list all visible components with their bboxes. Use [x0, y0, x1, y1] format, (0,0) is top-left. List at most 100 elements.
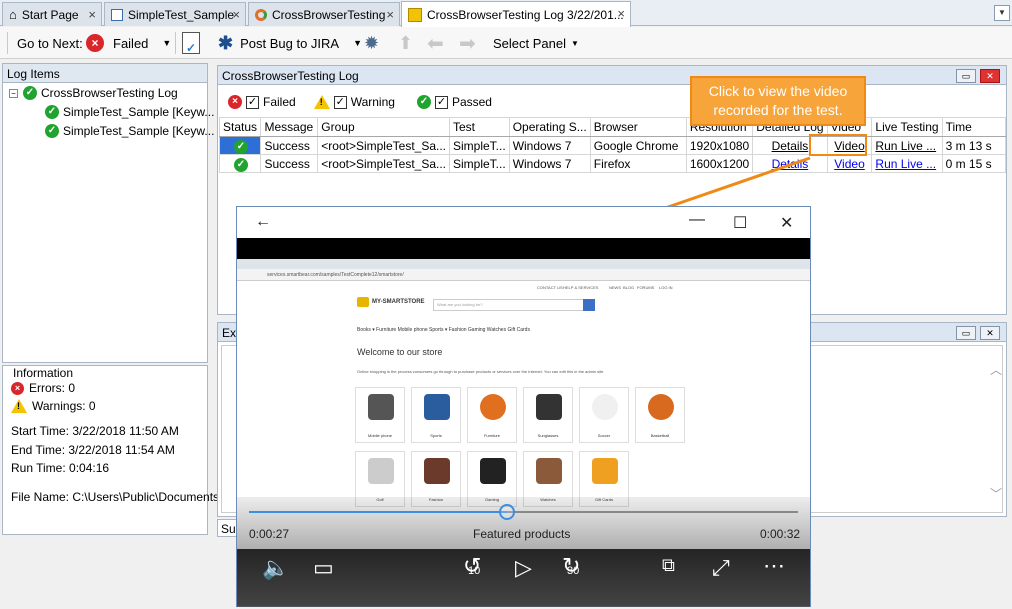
video-caption: Featured products: [473, 527, 571, 541]
filter-failed[interactable]: × ✓ Failed: [228, 95, 296, 109]
up-arrow-button[interactable]: ⬆: [398, 27, 413, 59]
close-panel-button[interactable]: ✕: [980, 326, 1000, 340]
search-icon: [583, 299, 595, 311]
column-test[interactable]: Test: [449, 117, 510, 137]
error-icon: ×: [11, 381, 24, 395]
video-player-window: ← — ☐ ✕ services.smartbear.com/samples/T…: [236, 206, 811, 607]
table-header: Status Message Group Test Operating S...…: [218, 117, 1007, 137]
maximize-icon[interactable]: ☐: [733, 213, 747, 233]
tab-start-page[interactable]: ⌂ Start Page ×: [2, 2, 102, 26]
close-icon[interactable]: ×: [386, 7, 394, 22]
go-to-next-failed-button[interactable]: × Failed ▼: [86, 27, 171, 59]
toolbar-separator: [175, 32, 176, 54]
tab-list-dropdown[interactable]: ▼: [994, 5, 1010, 21]
callout-line-2: recorded for the test.: [713, 102, 843, 118]
close-icon[interactable]: ×: [88, 7, 96, 22]
product-image: [368, 394, 394, 420]
column-os[interactable]: Operating S...: [508, 117, 591, 137]
back-arrow-icon[interactable]: ←: [255, 213, 271, 231]
passed-icon: ✓: [234, 139, 248, 154]
captions-icon[interactable]: ▭: [313, 555, 334, 581]
tree-root-label: CrossBrowserTesting Log: [41, 86, 178, 100]
close-panel-button[interactable]: ✕: [980, 69, 1000, 83]
restore-button[interactable]: ▭: [956, 326, 976, 340]
product-image: [368, 458, 394, 484]
tab-simpletest-sample[interactable]: SimpleTest_Sample ×: [104, 2, 246, 26]
product-tile: Mobile phone: [355, 387, 405, 443]
task-icon-button[interactable]: ✓: [182, 27, 200, 59]
arrow-right-icon: ➡: [459, 32, 476, 55]
restore-button[interactable]: ▭: [956, 69, 976, 83]
top-link: LOG IN: [659, 285, 673, 290]
warning-checkbox[interactable]: ✓: [333, 95, 347, 109]
filter-warning[interactable]: ✓ Warning: [313, 95, 395, 109]
close-icon[interactable]: ×: [232, 7, 240, 22]
top-link: CONTACT US: [537, 285, 563, 290]
tab-crossbrowsertesting[interactable]: CrossBrowserTesting ×: [248, 2, 400, 26]
back-arrow-button[interactable]: ⬅: [427, 27, 444, 59]
skip-forward-button[interactable]: ↻ 30: [562, 553, 580, 579]
tree-child-item[interactable]: ✓ SimpleTest_Sample [Keyw...: [45, 105, 214, 119]
progress-bar[interactable]: [249, 504, 798, 520]
video-title-bar: ← — ☐ ✕: [237, 207, 810, 238]
tree-root-item[interactable]: − ✓ CrossBrowserTesting Log: [9, 86, 178, 100]
column-group[interactable]: Group: [317, 117, 450, 137]
passed-icon: ✓: [234, 157, 248, 172]
post-bug-jira-button[interactable]: ✱ Post Bug to JIRA ▼: [218, 27, 362, 59]
passed-icon: ✓: [45, 105, 59, 119]
forward-arrow-button[interactable]: ➡: [459, 27, 476, 59]
run-live-link[interactable]: Run Live ...: [875, 139, 936, 153]
product-image: [592, 458, 618, 484]
logo-text: MY-SMARTSTORE: [372, 299, 425, 305]
column-message[interactable]: Message: [260, 117, 319, 137]
close-icon[interactable]: ✕: [780, 213, 793, 233]
progress-fill: [249, 511, 508, 513]
tree-child-item[interactable]: ✓ SimpleTest_Sample [Keyw...: [45, 124, 214, 138]
error-icon: ×: [228, 95, 242, 109]
column-status[interactable]: Status: [218, 117, 262, 137]
message-cell: Success: [260, 136, 319, 155]
product-caption: Sports: [430, 433, 442, 438]
mini-view-icon[interactable]: ⧉: [662, 555, 675, 576]
more-options-icon[interactable]: ⋯: [763, 553, 785, 579]
scroll-up-icon[interactable]: ︿: [990, 361, 1002, 378]
minimize-icon[interactable]: —: [689, 211, 705, 229]
store-logo: MY-SMARTSTORE: [357, 297, 425, 307]
tab-label: CrossBrowserTesting Log 3/22/201...: [427, 7, 624, 22]
arrow-up-icon: ⬆: [398, 32, 414, 53]
product-image: [648, 394, 674, 420]
progress-knob[interactable]: [499, 504, 516, 520]
close-icon[interactable]: ×: [617, 6, 625, 21]
product-caption: Basketball: [650, 433, 670, 438]
select-panel-button[interactable]: Select Panel ▼: [493, 27, 579, 59]
filter-passed[interactable]: ✓ ✓ Passed: [416, 95, 492, 109]
bug-button[interactable]: ✹: [364, 27, 379, 59]
table-row[interactable]: ✓ Success <root>SimpleTest_Sa... SimpleT…: [218, 136, 1007, 155]
video-cell: Video: [826, 154, 873, 173]
group-cell: <root>SimpleTest_Sa...: [317, 136, 450, 155]
skip-back-button[interactable]: ↺ 10: [463, 553, 481, 579]
product-caption: Sunglasses: [537, 433, 559, 438]
table-row[interactable]: ✓ Success <root>SimpleTest_Sa... SimpleT…: [218, 154, 1007, 173]
play-icon[interactable]: ▷: [515, 555, 532, 581]
chevron-down-icon[interactable]: ▼: [353, 38, 362, 48]
fullscreen-icon[interactable]: ⤢: [712, 555, 730, 581]
status-cell: ✓: [218, 154, 262, 173]
collapse-icon[interactable]: −: [9, 88, 18, 98]
scroll-down-icon[interactable]: ﹀: [990, 485, 1002, 502]
tab-crossbrowsertesting-log[interactable]: CrossBrowserTesting Log 3/22/201... ×: [401, 1, 631, 27]
post-bug-label: Post Bug to JIRA: [240, 35, 340, 51]
column-browser[interactable]: Browser: [589, 117, 687, 137]
passed-checkbox[interactable]: ✓: [434, 95, 448, 109]
volume-icon[interactable]: 🔈: [262, 555, 289, 581]
failed-checkbox[interactable]: ✓: [246, 95, 259, 109]
column-live-testing[interactable]: Live Testing: [871, 117, 943, 137]
video-link[interactable]: Video: [834, 157, 864, 171]
chevron-down-icon[interactable]: ▼: [162, 38, 171, 48]
run-live-link[interactable]: Run Live ...: [875, 157, 936, 171]
product-image: [592, 394, 618, 420]
tab-label: SimpleTest_Sample: [128, 7, 235, 22]
column-time[interactable]: Time: [941, 117, 1007, 137]
select-panel-label: Select Panel: [493, 35, 566, 51]
crown-icon: [357, 297, 369, 307]
